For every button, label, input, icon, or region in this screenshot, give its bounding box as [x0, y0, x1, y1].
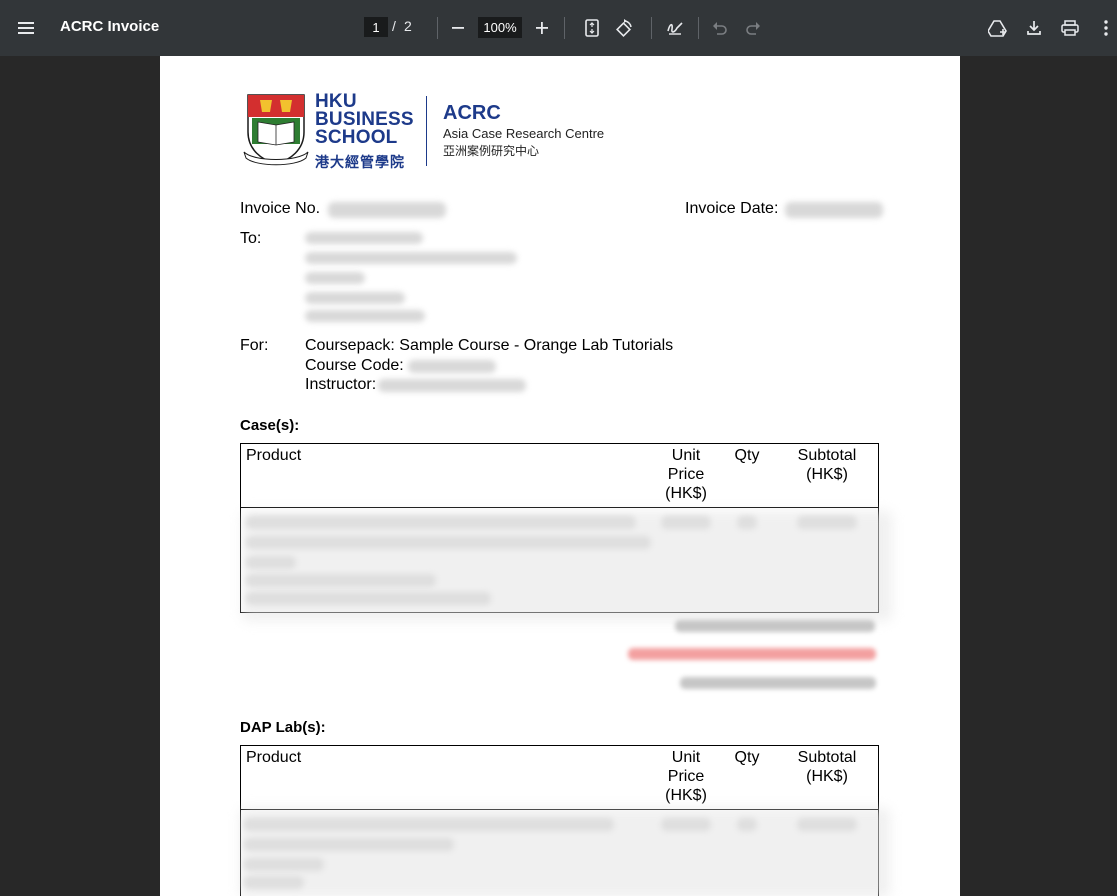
invoice-date-label: Invoice Date: — [685, 200, 779, 217]
zoom-in-icon[interactable] — [528, 14, 556, 42]
cases-heading: Case(s): — [240, 417, 300, 434]
rotate-icon[interactable] — [610, 14, 638, 42]
address-line-redacted — [305, 310, 425, 322]
total-amount-redacted — [675, 620, 875, 632]
column-header: Qty — [734, 447, 760, 464]
for-label: For: — [240, 337, 269, 354]
redaction-haze — [242, 511, 892, 621]
address-line-redacted — [305, 252, 517, 264]
university-crest-icon — [243, 94, 309, 166]
invoice-number-label: Invoice No. — [240, 200, 321, 217]
toolbar-divider — [564, 17, 565, 39]
to-label: To: — [240, 230, 262, 247]
address-line-redacted — [305, 232, 423, 244]
column-header: Qty — [734, 749, 760, 766]
table-header: Product Unit Price (HK$) Qty Subtotal (HK$) — [241, 746, 878, 810]
save-to-drive-icon[interactable] — [984, 14, 1012, 42]
column-header: Unit Price (HK$) — [665, 749, 707, 804]
course-code-label: Course Code: — [305, 357, 404, 374]
invoice-number-redacted — [328, 202, 446, 218]
centre-name: Asia Case Research Centre — [443, 126, 605, 141]
page-number-input[interactable]: 1 — [364, 17, 388, 37]
undo-icon[interactable] — [706, 14, 734, 42]
table-header: Product Unit Price (HK$) Qty Subtotal (HK$) — [241, 444, 878, 508]
annotate-icon[interactable] — [661, 14, 689, 42]
menu-icon[interactable] — [13, 14, 41, 42]
instructor-label: Instructor: — [305, 376, 377, 393]
instructor-redacted — [378, 379, 526, 392]
download-icon[interactable] — [1020, 14, 1048, 42]
coursepack-title: Coursepack: Sample Course - Orange Lab T… — [305, 337, 674, 354]
toolbar-divider — [698, 17, 699, 39]
redaction-haze — [240, 808, 890, 896]
page-separator: / — [392, 18, 396, 34]
zoom-out-icon[interactable] — [444, 14, 472, 42]
print-icon[interactable] — [1056, 14, 1084, 42]
address-line-redacted — [305, 272, 365, 284]
school-chinese-name: 港大經管學院 — [315, 154, 405, 170]
centre-chinese-name: 亞洲案例研究中心 — [443, 144, 540, 158]
zoom-level-input[interactable]: 100% — [478, 17, 522, 38]
pdf-page: HKU BUSINESS SCHOOL 港大經管學院 ACRC Asia Cas… — [160, 56, 960, 896]
fit-page-icon[interactable] — [578, 14, 606, 42]
more-icon[interactable] — [1094, 14, 1117, 42]
centre-abbreviation: ACRC — [443, 102, 501, 124]
logo-divider — [426, 96, 427, 166]
school-name: HKU BUSINESS SCHOOL — [315, 91, 414, 148]
column-header: Unit Price (HK$) — [665, 447, 707, 502]
net-amount-redacted — [680, 677, 876, 689]
column-header: Subtotal (HK$) — [797, 749, 857, 785]
invoice-date-redacted — [785, 202, 883, 218]
course-code-redacted — [408, 360, 496, 373]
column-header: Product — [246, 447, 302, 464]
labs-heading: DAP Lab(s): — [240, 719, 326, 736]
address-line-redacted — [305, 292, 405, 304]
toolbar-divider — [437, 17, 438, 39]
redo-icon[interactable] — [739, 14, 767, 42]
page-total: 2 — [404, 18, 412, 34]
pdf-toolbar: ACRC Invoice 1 / 2 100% — [0, 0, 1117, 56]
document-title: ACRC Invoice — [60, 18, 160, 35]
column-header: Product — [246, 749, 302, 766]
toolbar-divider — [651, 17, 652, 39]
column-header: Subtotal (HK$) — [797, 447, 857, 483]
discount-amount-redacted — [628, 648, 876, 660]
